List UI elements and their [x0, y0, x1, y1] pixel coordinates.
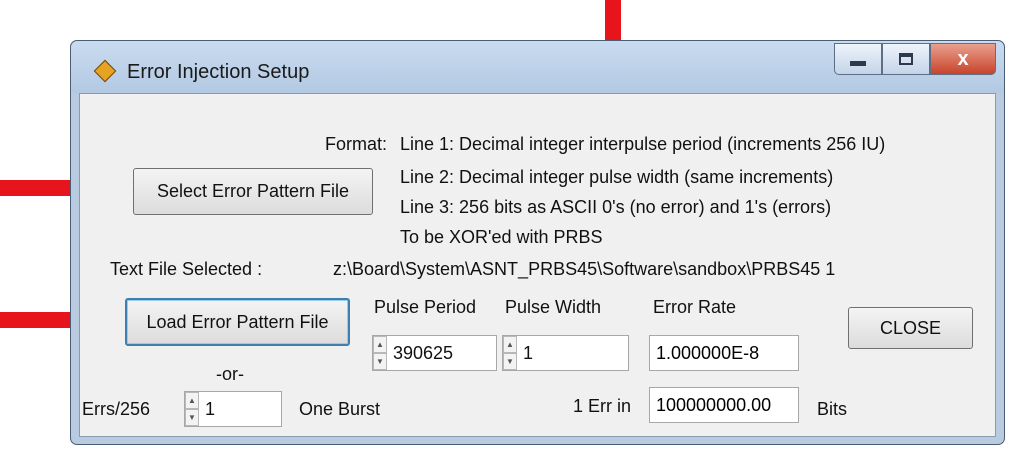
format-line4: To be XOR'ed with PRBS — [400, 227, 603, 247]
format-line1: Line 1: Decimal integer interpulse perio… — [400, 134, 886, 154]
pulse-period-spinner[interactable]: ▲ ▼ — [373, 336, 387, 370]
close-window-button[interactable]: x — [930, 43, 996, 75]
format-label: Format: — [325, 134, 388, 154]
pulse-period-value[interactable]: 390625 — [393, 343, 453, 364]
format-line3: Line 3: 256 bits as ASCII 0's (no error)… — [400, 197, 832, 217]
select-error-pattern-file-button[interactable]: Select Error Pattern File — [133, 168, 373, 215]
spin-down-icon[interactable]: ▼ — [503, 353, 517, 370]
pulse-width-stepper[interactable]: ▲ ▼ 1 — [502, 335, 629, 371]
app-icon — [93, 59, 117, 83]
pulse-width-spinner[interactable]: ▲ ▼ — [503, 336, 517, 370]
err-in-label: 1 Err in — [573, 396, 632, 416]
maximize-button[interactable] — [882, 43, 930, 75]
or-label: -or- — [216, 364, 244, 384]
error-rate-field[interactable]: 1.000000E-8 — [649, 335, 799, 371]
maximize-icon — [899, 53, 913, 65]
spin-up-icon[interactable]: ▲ — [185, 392, 199, 409]
title-bar[interactable]: Error Injection Setup x — [71, 41, 1004, 93]
close-button[interactable]: CLOSE — [848, 307, 973, 349]
format-line2: Line 2: Decimal integer pulse width (sam… — [400, 167, 834, 187]
one-burst-label: One Burst — [299, 399, 381, 419]
minimize-button[interactable] — [834, 43, 882, 75]
errs-spinner[interactable]: ▲ ▼ — [185, 392, 199, 426]
pulse-period-label: Pulse Period — [374, 297, 477, 317]
spin-up-icon[interactable]: ▲ — [373, 336, 387, 353]
errs-stepper[interactable]: ▲ ▼ 1 — [184, 391, 282, 427]
window-controls: x — [834, 43, 996, 77]
load-error-pattern-file-button[interactable]: Load Error Pattern File — [125, 298, 350, 346]
errs-value[interactable]: 1 — [205, 399, 215, 420]
spin-down-icon[interactable]: ▼ — [185, 409, 199, 426]
pulse-width-value[interactable]: 1 — [523, 343, 533, 364]
window-title: Error Injection Setup — [127, 61, 310, 83]
error-injection-window: Error Injection Setup x Format: Line 1: … — [70, 40, 1005, 445]
text-file-path: z:\Board\System\ASNT_PRBS45\Software\san… — [333, 259, 836, 279]
pulse-width-label: Pulse Width — [505, 297, 602, 317]
errs-per-256-label: Errs/256 — [82, 399, 151, 419]
dialog-body: Format: Line 1: Decimal integer interpul… — [79, 93, 996, 437]
error-rate-label: Error Rate — [653, 297, 737, 317]
pulse-period-stepper[interactable]: ▲ ▼ 390625 — [372, 335, 497, 371]
spin-up-icon[interactable]: ▲ — [503, 336, 517, 353]
minimize-icon — [850, 60, 866, 66]
text-file-selected-label: Text File Selected : — [110, 259, 263, 279]
bits-unit-label: Bits — [817, 399, 848, 419]
close-icon: x — [957, 47, 969, 70]
err-in-bits-field[interactable]: 100000000.00 — [649, 387, 799, 423]
spin-down-icon[interactable]: ▼ — [373, 353, 387, 370]
